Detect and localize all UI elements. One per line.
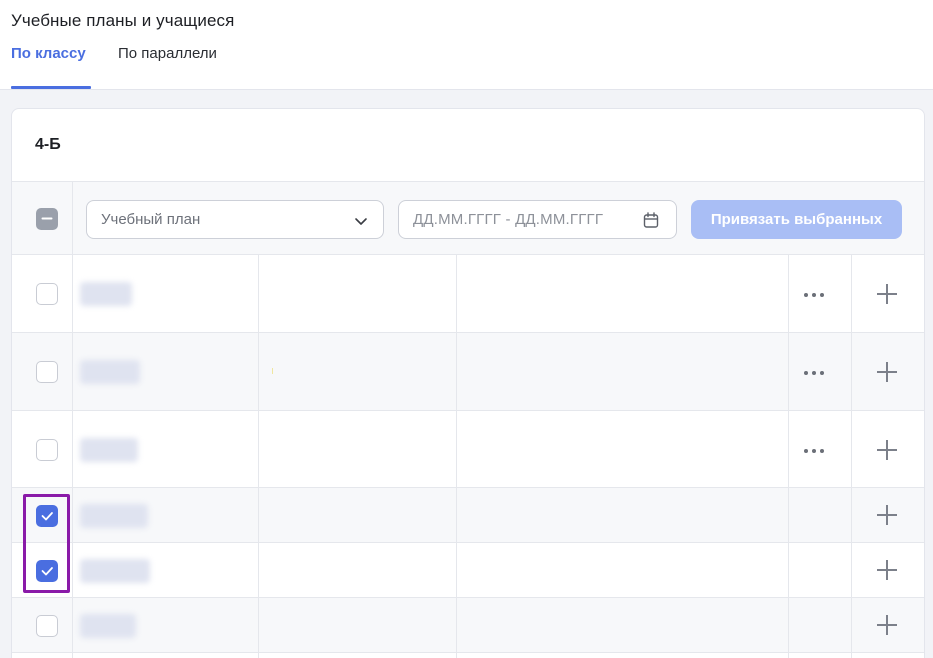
column-divider <box>72 182 73 256</box>
row-checkbox[interactable] <box>36 439 58 461</box>
add-icon[interactable] <box>877 560 897 580</box>
checkmark-icon <box>41 567 53 576</box>
artifact-mark <box>272 368 273 374</box>
row-checkbox[interactable] <box>36 361 58 383</box>
row-checkbox[interactable] <box>36 505 58 527</box>
student-name <box>80 504 148 528</box>
tab-by-parallel[interactable]: По параллели <box>118 45 217 62</box>
student-name <box>80 559 150 583</box>
minus-icon <box>41 217 53 220</box>
page-title: Учебные планы и учащиеся <box>11 11 235 30</box>
student-name <box>80 282 132 306</box>
curriculum-select-placeholder: Учебный план <box>101 211 201 228</box>
chevron-down-icon <box>355 218 367 225</box>
tab-by-class[interactable]: По классу <box>11 45 86 62</box>
student-name <box>80 438 138 462</box>
bind-selected-button[interactable]: Привязать выбранных <box>691 200 902 239</box>
table-toolbar: Учебный план ДД.ММ.ГГГГ - ДД.ММ.ГГГГ При… <box>12 181 924 256</box>
more-options-icon[interactable] <box>804 370 828 376</box>
column-divider <box>72 255 73 658</box>
add-icon[interactable] <box>877 284 897 304</box>
column-divider <box>258 255 259 658</box>
column-divider <box>456 255 457 658</box>
calendar-icon[interactable] <box>643 212 659 229</box>
checkmark-icon <box>41 512 53 521</box>
add-icon[interactable] <box>877 362 897 382</box>
student-name <box>80 614 136 638</box>
more-options-icon[interactable] <box>804 292 828 298</box>
student-name <box>80 360 140 384</box>
column-divider <box>851 255 852 658</box>
page-header: Учебные планы и учащиеся По классу По па… <box>0 0 933 90</box>
column-divider <box>788 255 789 658</box>
more-options-icon[interactable] <box>804 448 828 454</box>
row-checkbox[interactable] <box>36 615 58 637</box>
add-icon[interactable] <box>877 440 897 460</box>
date-range-input[interactable]: ДД.ММ.ГГГГ - ДД.ММ.ГГГГ <box>398 200 677 239</box>
active-tab-indicator <box>11 86 91 89</box>
row-checkbox[interactable] <box>36 560 58 582</box>
row-checkbox[interactable] <box>36 283 58 305</box>
date-range-placeholder: ДД.ММ.ГГГГ - ДД.ММ.ГГГГ <box>413 211 604 228</box>
add-icon[interactable] <box>877 615 897 635</box>
add-icon[interactable] <box>877 505 897 525</box>
select-all-checkbox[interactable] <box>36 208 58 230</box>
class-card: 4-Б Учебный план ДД.ММ.ГГГГ - ДД.ММ.ГГГГ… <box>11 108 925 658</box>
curriculum-select[interactable]: Учебный план <box>86 200 384 239</box>
class-name: 4-Б <box>35 136 61 153</box>
